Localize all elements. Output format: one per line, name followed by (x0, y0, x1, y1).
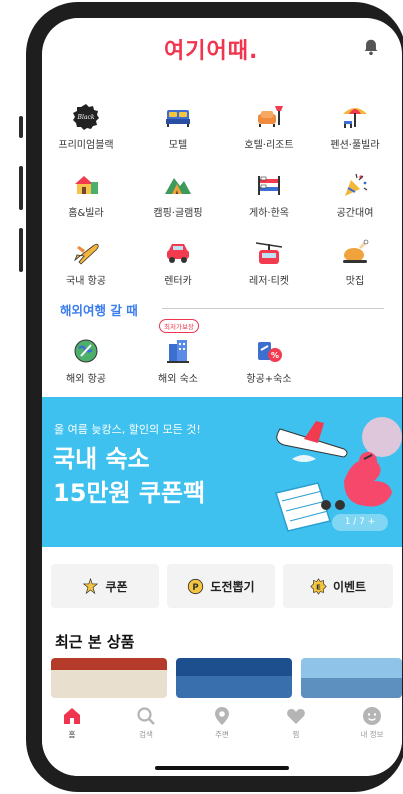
flight-hotel-discount-icon: % (258, 342, 282, 362)
home-villa-icon (75, 176, 98, 194)
overseas-flight-hotel[interactable]: % 항공+숙소 (226, 336, 312, 385)
overseas-label: 해외 숙소 (158, 374, 198, 385)
category-label: 맛집 (345, 276, 365, 287)
nav-label: 검색 (139, 730, 153, 739)
nav-my-info[interactable]: 내 정보 (342, 706, 402, 740)
home-indicator[interactable] (155, 766, 289, 770)
category-label: 국내 항공 (66, 276, 106, 287)
guesthouse-bunkbed-icon (258, 176, 280, 195)
promo-banner[interactable]: 올 여름 늦캉스, 할인의 모든 것! 국내 숙소 15만원 쿠폰팩 1 / 7… (42, 397, 402, 547)
nav-label: 찜 (292, 730, 300, 739)
category-motel[interactable]: 모텔 (135, 102, 221, 151)
category-label: 펜션·풀빌라 (330, 140, 380, 151)
category-guesthouse-hanok[interactable]: 게하·한옥 (226, 170, 312, 219)
pension-umbrella-icon (343, 108, 367, 128)
heart-icon (287, 709, 305, 724)
location-pin-icon (215, 707, 229, 725)
overseas-flight[interactable]: 해외 항공 (43, 336, 129, 385)
lowest-price-badge: 최저가보장 (159, 319, 199, 333)
side-button (19, 228, 23, 272)
premium-black-icon: Black (73, 104, 99, 130)
svg-text:%: % (271, 351, 279, 360)
banner-title-line1: 국내 숙소 (53, 445, 150, 473)
category-label: 캠핑·글램핑 (153, 208, 203, 219)
overseas-stay[interactable]: 해외 숙소 (135, 336, 221, 385)
coupon-button[interactable]: 쿠폰 (51, 564, 159, 608)
category-home-villa[interactable]: 홈&빌라 (43, 170, 129, 219)
nav-home[interactable]: 홈 (42, 706, 102, 740)
app-logo[interactable]: 여기어때. (164, 33, 258, 65)
search-icon (137, 707, 155, 725)
recent-section-title: 최근 본 상품 (55, 633, 135, 651)
recent-thumbnail[interactable] (301, 658, 402, 698)
side-button (19, 166, 23, 210)
category-label: 레저·티켓 (249, 276, 289, 287)
recent-thumbnail[interactable] (176, 658, 292, 698)
category-label: 렌터카 (164, 276, 192, 287)
side-button (19, 116, 23, 138)
coupon-star-icon (83, 577, 99, 594)
motel-bed-icon (166, 110, 190, 127)
nav-label: 내 정보 (360, 730, 384, 739)
overseas-building-icon (167, 340, 189, 363)
category-pension-poolvilla[interactable]: 펜션·풀빌라 (312, 102, 398, 151)
car-icon (167, 244, 189, 263)
category-domestic-flight[interactable]: 국내 항공 (43, 238, 129, 287)
category-rental-car[interactable]: 렌터카 (135, 238, 221, 287)
category-label: 게하·한옥 (249, 208, 289, 219)
svg-text:Black: Black (77, 114, 95, 121)
food-dish-icon (343, 239, 369, 263)
overseas-section-title: 해외여행 갈 때 (60, 303, 138, 318)
party-popper-icon (345, 173, 368, 196)
nav-label: 홈 (68, 730, 76, 739)
p-circle-icon: P (188, 578, 204, 594)
svg-text:E: E (316, 583, 321, 591)
nav-wishlist[interactable]: 찜 (266, 706, 326, 740)
app-screen: 여기어때. Black 프리미엄블랙 모텔 호텔·리조트 펜션·풀빌라 홈&빌라… (42, 18, 402, 776)
category-leisure-ticket[interactable]: 레저·티켓 (226, 238, 312, 287)
home-icon (64, 708, 80, 724)
event-label: 이벤트 (332, 579, 367, 594)
bell-icon[interactable] (362, 38, 380, 56)
recent-thumbnail[interactable] (51, 658, 167, 698)
svg-text:P: P (193, 582, 199, 592)
overseas-label: 항공+숙소 (246, 374, 292, 385)
category-space-rental[interactable]: 공간대여 (312, 170, 398, 219)
cable-car-icon (255, 242, 283, 264)
divider (162, 308, 384, 309)
event-gift-icon: E (310, 577, 327, 595)
bottom-nav: 홈 검색 주변 찜 내 정보 (42, 698, 402, 776)
category-label: 프리미엄블랙 (58, 140, 114, 151)
hotel-sofa-icon (258, 106, 283, 127)
event-button[interactable]: E 이벤트 (283, 564, 393, 608)
category-label: 홈&빌라 (68, 208, 104, 219)
overseas-label: 해외 항공 (66, 374, 106, 385)
category-camping-glamping[interactable]: 캠핑·글램핑 (135, 170, 221, 219)
camping-tent-icon (165, 178, 191, 194)
draw-challenge-button[interactable]: P 도전뽑기 (167, 564, 275, 608)
nav-search[interactable]: 검색 (116, 706, 176, 740)
category-label: 모텔 (168, 140, 188, 151)
profile-face-icon (363, 707, 381, 725)
category-hotel-resort[interactable]: 호텔·리조트 (226, 102, 312, 151)
banner-title-line2: 15만원 쿠폰팩 (53, 479, 206, 507)
nav-nearby[interactable]: 주변 (192, 706, 252, 740)
nav-label: 주변 (215, 730, 229, 739)
top-bar: 여기어때. (42, 18, 402, 76)
draw-challenge-label: 도전뽑기 (210, 579, 255, 594)
coupon-label: 쿠폰 (105, 579, 128, 594)
banner-pager[interactable]: 1 / 7 + (332, 514, 388, 531)
category-restaurant[interactable]: 맛집 (312, 238, 398, 287)
category-label: 호텔·리조트 (244, 140, 294, 151)
airplane-icon (74, 243, 99, 265)
category-label: 공간대여 (336, 208, 374, 219)
banner-subtitle: 올 여름 늦캉스, 할인의 모든 것! (54, 423, 201, 436)
category-premium-black[interactable]: Black 프리미엄블랙 (43, 102, 129, 151)
globe-plane-icon (74, 339, 98, 363)
